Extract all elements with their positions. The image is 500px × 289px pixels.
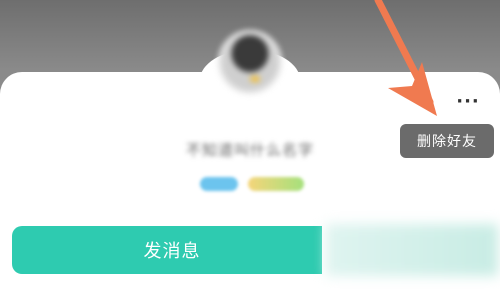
screen: 不知道叫什么名字 ··· 删除好友 发消息 (0, 0, 500, 289)
secondary-action-fill (326, 224, 498, 276)
avatar-glasses (250, 76, 260, 82)
avatar[interactable] (218, 30, 282, 94)
send-message-button[interactable]: 发消息 (12, 226, 332, 274)
delete-friend-label: 删除好友 (417, 134, 477, 150)
secondary-action-button[interactable] (322, 210, 500, 289)
profile-nickname: 不知道叫什么名字 (185, 140, 314, 159)
profile-tag-1 (200, 177, 238, 191)
delete-friend-menu-item[interactable]: 删除好友 (400, 124, 494, 158)
profile-tag-2 (248, 177, 304, 191)
send-message-label: 发消息 (143, 241, 201, 262)
more-options-icon[interactable]: ··· (456, 93, 480, 111)
